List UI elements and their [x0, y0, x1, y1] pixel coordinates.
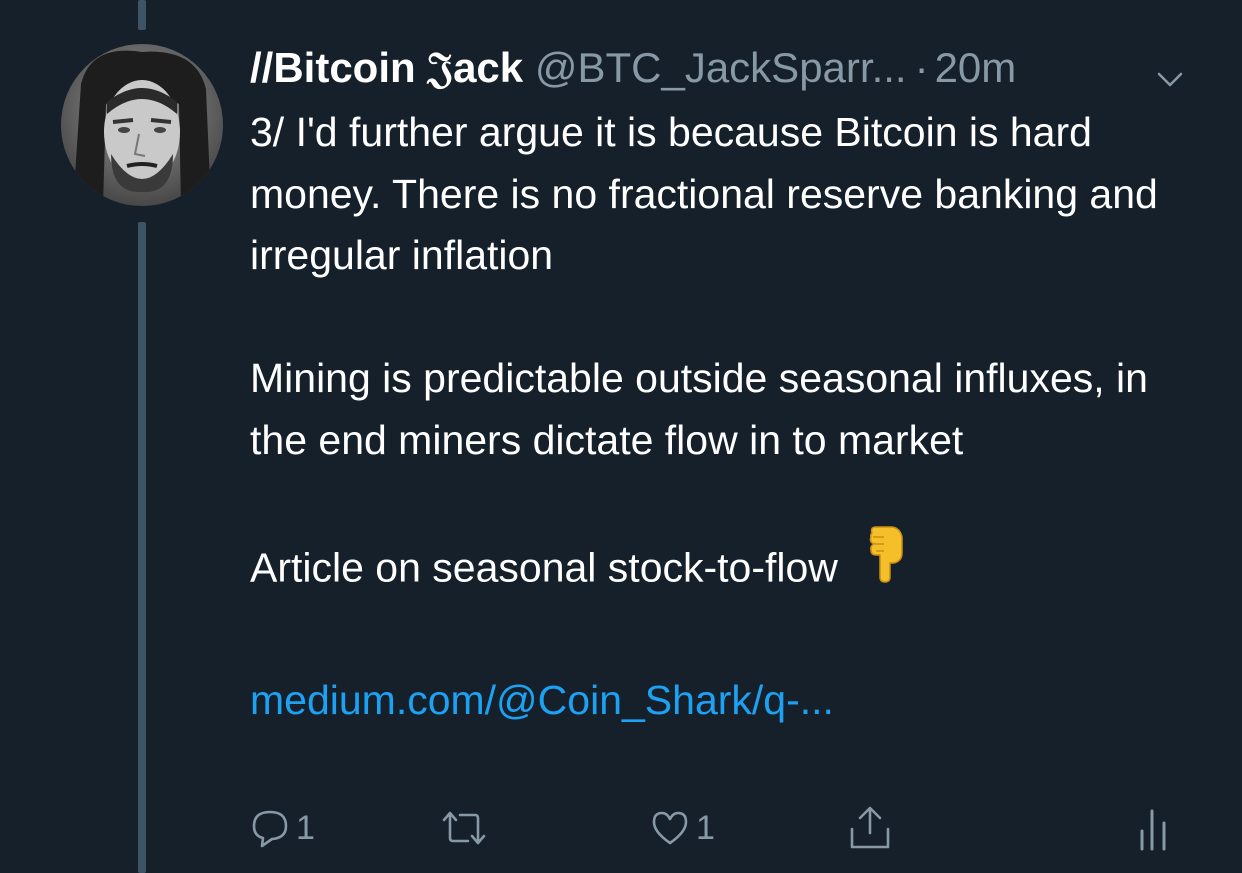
tweet-paragraph-1: 3/ I'd further argue it is because Bitco… [250, 109, 1158, 278]
thread-line-bottom [138, 222, 146, 873]
like-count: 1 [696, 808, 715, 847]
author-handle[interactable]: @BTC_JackSparr... [535, 44, 907, 91]
analytics-icon [1140, 809, 1166, 851]
retweet-button[interactable] [440, 803, 494, 853]
retweet-icon [442, 811, 486, 845]
reply-count: 1 [296, 808, 315, 847]
chevron-down-icon[interactable] [1155, 52, 1185, 87]
share-button[interactable] [846, 803, 894, 853]
thread-line-top [138, 0, 146, 30]
heart-icon [652, 811, 688, 845]
tweet-paragraph-3-text: Article on seasonal stock-to-flow [250, 544, 838, 591]
article-link[interactable]: medium.com/@Coin_Shark/q-... [250, 677, 834, 723]
analytics-button[interactable] [1136, 803, 1172, 853]
tweet-body: 3/ I'd further argue it is because Bitco… [250, 102, 1210, 731]
tweet-paragraph-3: Article on seasonal stock-to-flow [250, 525, 1210, 609]
like-button[interactable]: 1 [650, 803, 715, 853]
timestamp[interactable]: 20m [935, 44, 1017, 91]
reply-icon [252, 810, 288, 848]
share-icon [850, 806, 890, 849]
avatar-photo [61, 44, 223, 206]
pointing-down-emoji-icon [866, 525, 906, 601]
reply-button[interactable]: 1 [250, 803, 315, 853]
tweet-header: //Bitcoin 𝔍ack @BTC_JackSparr... · 20m [250, 40, 1190, 96]
separator-dot: · [914, 44, 929, 91]
author-display-name[interactable]: //Bitcoin 𝔍ack [250, 44, 523, 91]
tweet-actions: 1 1 [250, 803, 1180, 853]
avatar[interactable] [61, 44, 223, 206]
tweet-paragraph-2: Mining is predictable outside seasonal i… [250, 355, 1148, 463]
